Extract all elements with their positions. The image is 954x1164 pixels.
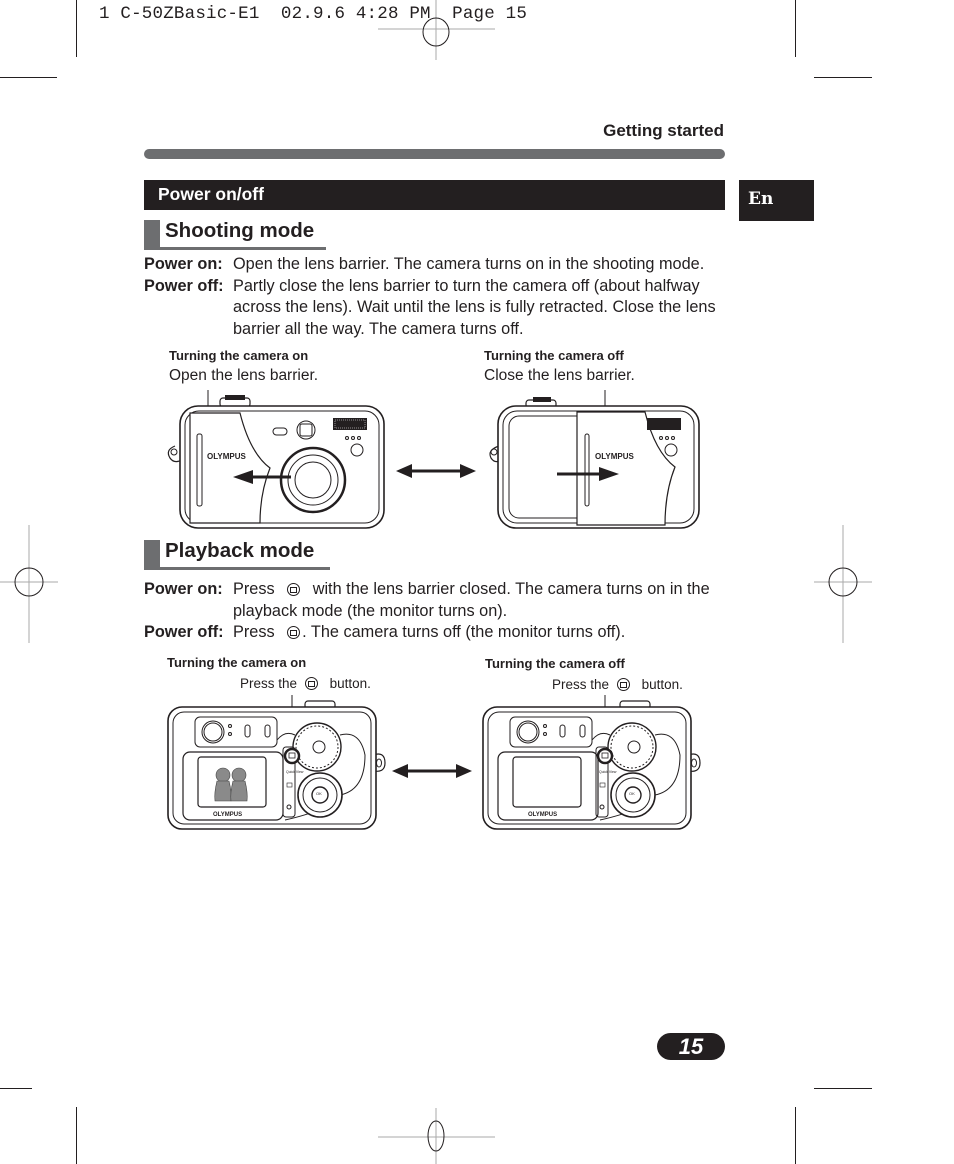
instruction-text: Open the lens barrier. The camera turns … (233, 255, 705, 273)
brand-logo: OLYMPUS (213, 812, 242, 818)
heading-underline (144, 247, 326, 250)
double-arrow-icon (392, 764, 472, 778)
language-tab: En (739, 180, 814, 221)
caption-before: Press the (240, 676, 298, 691)
monitor-button-icon (304, 677, 318, 690)
figure-caption: Close the lens barrier. (484, 367, 635, 384)
instruction-label: Power off: (144, 276, 224, 295)
caption-before: Press the (552, 677, 610, 692)
figure-title: Turning the camera on (167, 655, 307, 670)
ok-label: OK (629, 791, 635, 796)
registration-mark-left (0, 525, 58, 643)
heading-text: Shooting mode (165, 219, 315, 242)
instruction-label: Power on: (144, 580, 223, 598)
section-label: Getting started (603, 121, 724, 140)
header-rule (144, 149, 725, 159)
quick-view-label: Quick View (599, 770, 617, 774)
instruction-text-before: Press (233, 580, 275, 598)
print-slug: 1 C-50ZBasic-E1 02.9.6 4:28 PM Page 15 (99, 4, 528, 24)
figure-caption: Open the lens barrier. (169, 367, 319, 384)
figure-caption: Press the button. (240, 676, 371, 691)
figure-title: Turning the camera on (169, 348, 309, 363)
crop-mark (76, 1107, 77, 1164)
caption-after: button. (329, 676, 371, 691)
camera-front-closed-illustration: OLYMPUS (489, 390, 700, 529)
figure-title: Turning the camera off (484, 348, 624, 363)
registration-mark-right (814, 525, 872, 643)
caption-after: button. (641, 677, 683, 692)
crop-mark (795, 1107, 796, 1164)
language-tab-label: En (748, 189, 774, 209)
figure-title: Turning the camera off (485, 656, 625, 671)
heading-underline (144, 567, 330, 570)
brand-logo: OLYMPUS (595, 452, 634, 461)
heading-text: Playback mode (165, 539, 315, 562)
ok-label: OK (316, 791, 322, 796)
playback-mode-heading: Playback mode (144, 539, 330, 570)
crop-mark (0, 77, 57, 78)
instruction-label: Power on: (144, 255, 223, 273)
brand-logo: OLYMPUS (207, 452, 246, 461)
instruction-row: Power off: Press . The camera turns off … (144, 622, 728, 644)
instruction-row: Power on: Press with the lens barrier cl… (144, 579, 728, 622)
instruction-text: Partly close the lens barrier to turn th… (233, 276, 716, 338)
monitor-button (283, 747, 301, 765)
shooting-mode-instructions: Power on: Open the lens barrier. The cam… (144, 254, 728, 340)
crop-mark (0, 1088, 32, 1089)
crop-mark (795, 0, 796, 57)
instruction-row: Power on: Open the lens barrier. The cam… (144, 254, 728, 276)
page-number: 15 (678, 1034, 704, 1059)
heading-bar (144, 220, 160, 250)
instruction-text-after: . The camera turns off (the monitor turn… (302, 623, 626, 641)
crop-mark (76, 0, 77, 57)
instruction-text-after: with the lens barrier closed. The camera… (233, 580, 710, 620)
monitor-button-icon (616, 678, 630, 691)
instruction-text: Press with the lens barrier closed. The … (233, 579, 728, 622)
double-arrow-icon (396, 464, 476, 478)
heading-bar (144, 540, 160, 570)
page-number-badge: 15 (657, 1033, 725, 1060)
figure-caption: Press the button. (552, 677, 683, 692)
instruction-text-before: Press (233, 623, 275, 641)
monitor-button-icon (287, 626, 301, 639)
shooting-mode-heading: Shooting mode (144, 219, 326, 250)
instruction-text: Press . The camera turns off (the monito… (233, 622, 728, 644)
camera-front-open-illustration: OLYMPUS (167, 390, 385, 529)
instruction-label: Power off: (144, 623, 224, 641)
camera-back-on-illustration: OLYMPUS Quick View OK (167, 695, 386, 830)
monitor-button (596, 747, 614, 765)
power-bar: Power on/off (144, 180, 725, 210)
instruction-row: Power off: Partly close the lens barrier… (144, 276, 728, 341)
crop-mark (814, 77, 872, 78)
brand-logo: OLYMPUS (528, 812, 557, 818)
crop-mark (814, 1088, 872, 1089)
power-bar-title: Power on/off (158, 184, 264, 204)
registration-mark-bottom (378, 1108, 495, 1164)
playback-mode-instructions: Power on: Press with the lens barrier cl… (144, 579, 728, 644)
camera-back-off-illustration: OLYMPUS Quick View OK (482, 695, 701, 830)
monitor-button-icon (287, 583, 301, 596)
quick-view-label: Quick View (286, 770, 304, 774)
